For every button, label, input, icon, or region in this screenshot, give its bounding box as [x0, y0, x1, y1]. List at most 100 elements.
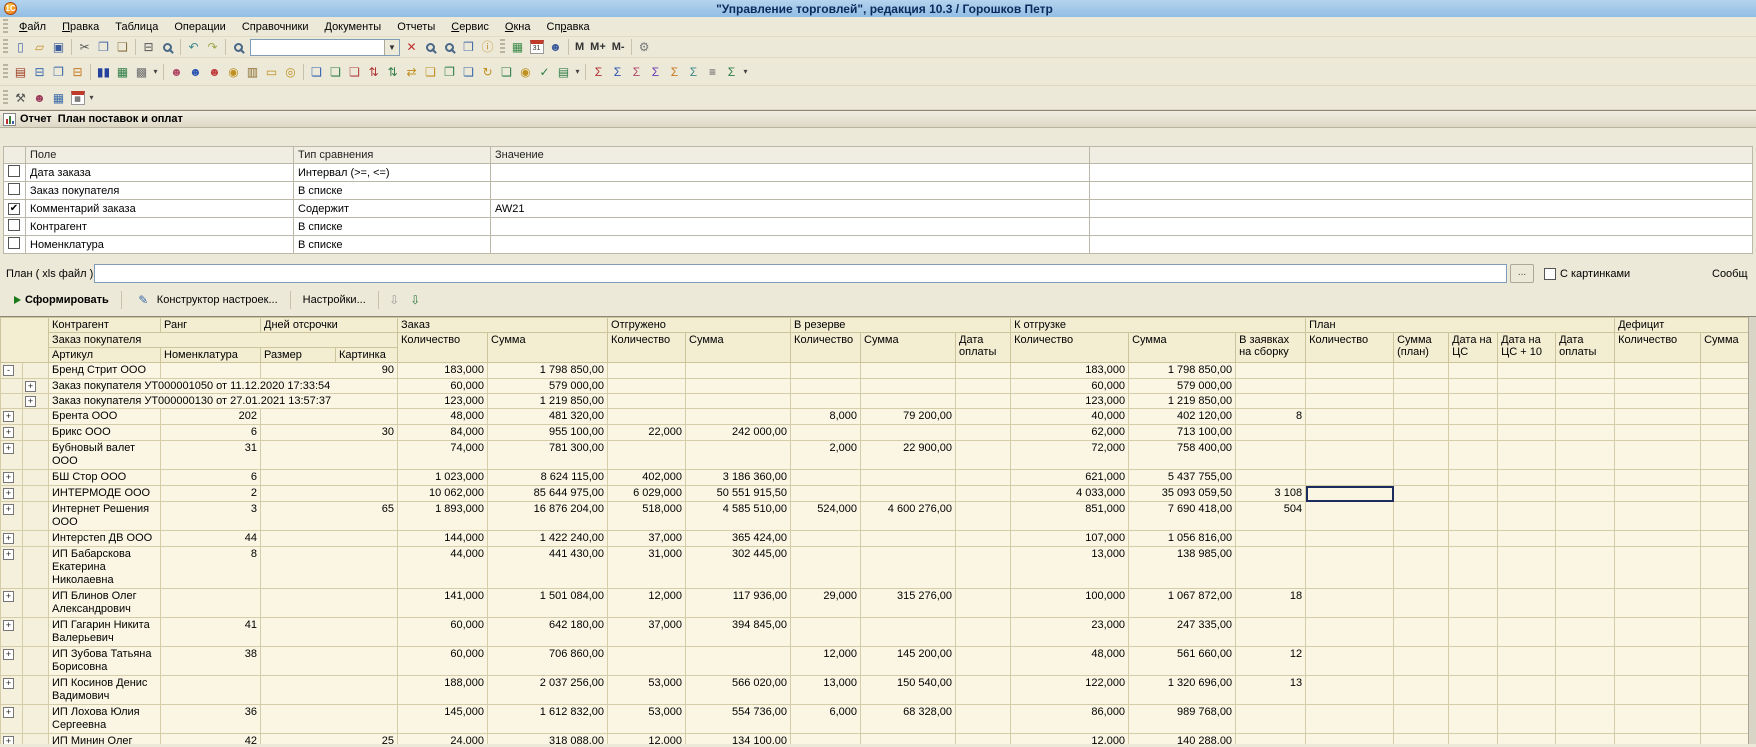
shipped-sum-cell[interactable] [686, 363, 791, 379]
shipped-sum-cell[interactable] [686, 409, 791, 425]
chevron-down-icon[interactable]: ▼ [384, 40, 399, 55]
plan-sum-cell[interactable] [1394, 734, 1449, 745]
plan-pay-cell[interactable] [1556, 547, 1615, 589]
ship-qty-cell[interactable]: 23,000 [1011, 618, 1129, 647]
contractor-cell[interactable]: Брикс ООО [49, 425, 161, 441]
shipped-sum-cell[interactable]: 365 424,00 [686, 531, 791, 547]
reserve-sum-cell[interactable]: 150 540,00 [861, 676, 956, 705]
menu-Окна[interactable]: Окна [497, 19, 539, 35]
expand-icon[interactable]: + [3, 620, 14, 631]
toolbar-grip[interactable] [3, 90, 8, 106]
load-settings-icon[interactable]: ⇩ [385, 291, 404, 309]
ship-qty-cell[interactable]: 12,000 [1011, 734, 1129, 745]
plan-qty-cell[interactable] [1306, 502, 1394, 531]
reserve-sum-cell[interactable]: 4 600 276,00 [861, 502, 956, 531]
order-qty-cell[interactable]: 144,000 [398, 531, 488, 547]
plan-sum-cell[interactable] [1394, 409, 1449, 425]
rank-cell[interactable]: 36 [161, 705, 261, 734]
order-sum-cell[interactable]: 642 180,00 [488, 618, 608, 647]
rank-cell[interactable]: 44 [161, 531, 261, 547]
reserve-sum-cell[interactable]: 79 200,00 [861, 409, 956, 425]
menu-Правка[interactable]: Правка [54, 19, 107, 35]
shipped-qty-cell[interactable]: 402,000 [608, 470, 686, 486]
sigma-doc-teal-icon[interactable]: Σ [684, 63, 703, 81]
clear-find-icon[interactable]: ✕ [402, 38, 421, 56]
shipped-qty-cell[interactable] [608, 441, 686, 470]
order-qty-cell[interactable]: 48,000 [398, 409, 488, 425]
ship-qty-cell[interactable]: 851,000 [1011, 502, 1129, 531]
filter-comparison-cell[interactable]: В списке [294, 236, 491, 254]
settings-button[interactable]: Настройки... [297, 292, 372, 308]
plan-qty-cell[interactable] [1306, 363, 1394, 379]
print-doc-icon[interactable]: ⊟ [68, 63, 87, 81]
delay-days-cell[interactable] [261, 705, 398, 734]
reserve-sum-cell[interactable] [861, 531, 956, 547]
reserve-qty-cell[interactable]: 2,000 [791, 441, 861, 470]
partners-icon[interactable]: ▮▮ [94, 63, 113, 81]
filter-header-value[interactable]: Значение [491, 147, 1090, 164]
deficit-qty-cell[interactable] [1615, 363, 1701, 379]
deficit-sum-cell[interactable] [1701, 441, 1749, 470]
ship-qty-cell[interactable]: 183,000 [1011, 363, 1129, 379]
menu-Файл[interactable]: Файл [11, 19, 54, 35]
filter-header-field[interactable]: Поле [26, 147, 294, 164]
reserve-sum-cell[interactable]: 68 328,00 [861, 705, 956, 734]
toolbar-grip[interactable] [3, 39, 8, 55]
shipped-sum-cell[interactable]: 50 551 915,50 [686, 486, 791, 502]
rank-cell[interactable]: 202 [161, 409, 261, 425]
deficit-qty-cell[interactable] [1615, 379, 1701, 394]
filter-value-cell[interactable] [491, 218, 1090, 236]
rank-cell[interactable] [161, 363, 261, 379]
ship-sum-cell[interactable]: 1 320 696,00 [1129, 676, 1236, 705]
filter-comparison-cell[interactable]: В списке [294, 182, 491, 200]
coins-stack-icon[interactable]: ◉ [224, 63, 243, 81]
order-qty-cell[interactable]: 60,000 [398, 647, 488, 676]
ship-sum-cell[interactable]: 989 768,00 [1129, 705, 1236, 734]
column-header[interactable]: Сумма [1129, 333, 1236, 363]
date-cs10-cell[interactable] [1498, 676, 1556, 705]
plan-pay-cell[interactable] [1556, 470, 1615, 486]
cut-icon[interactable]: ✂ [75, 38, 94, 56]
date-cs-cell[interactable] [1449, 425, 1498, 441]
shipped-qty-cell[interactable] [608, 394, 686, 409]
column-group-header[interactable]: Заказ [398, 318, 608, 333]
deficit-qty-cell[interactable] [1615, 409, 1701, 425]
generate-button[interactable]: Сформировать [8, 292, 115, 308]
shipped-sum-cell[interactable]: 394 845,00 [686, 618, 791, 647]
coins-pair-icon[interactable]: ◎ [281, 63, 300, 81]
contractor-cell[interactable]: ИП Косинов Денис Вадимович [49, 676, 161, 705]
contractor-cell[interactable]: Бубновый валет ООО [49, 441, 161, 470]
delay-days-cell[interactable]: 25 [261, 734, 398, 745]
reserve-sum-cell[interactable] [861, 734, 956, 745]
menu-Справочники[interactable]: Справочники [234, 19, 317, 35]
delay-days-cell[interactable] [261, 647, 398, 676]
plan-pay-cell[interactable] [1556, 705, 1615, 734]
delay-days-cell[interactable]: 30 [261, 425, 398, 441]
assembly-cell[interactable] [1236, 618, 1306, 647]
plan-pay-cell[interactable] [1556, 379, 1615, 394]
doc-person-red-icon[interactable]: ❏ [345, 63, 364, 81]
delay-days-cell[interactable] [261, 441, 398, 470]
deficit-sum-cell[interactable] [1701, 589, 1749, 618]
rank-cell[interactable] [161, 589, 261, 618]
filter-checkbox[interactable]: ✔ [8, 203, 20, 215]
column-group-header[interactable]: Ранг [161, 318, 261, 333]
delay-days-cell[interactable] [261, 409, 398, 425]
ship-qty-cell[interactable]: 86,000 [1011, 705, 1129, 734]
order-sum-cell[interactable]: 318 088,00 [488, 734, 608, 745]
plan-pay-cell[interactable] [1556, 425, 1615, 441]
column-group-header[interactable]: План [1306, 318, 1615, 333]
ship-qty-cell[interactable]: 100,000 [1011, 589, 1129, 618]
doc-export-green-icon[interactable]: ❏ [326, 63, 345, 81]
assembly-cell[interactable]: 8 [1236, 409, 1306, 425]
pay-date-cell[interactable] [956, 441, 1011, 470]
pay-date-cell[interactable] [956, 734, 1011, 745]
copies-icon[interactable]: ❒ [459, 38, 478, 56]
deficit-sum-cell[interactable] [1701, 409, 1749, 425]
ship-qty-cell[interactable]: 123,000 [1011, 394, 1129, 409]
plan-qty-cell[interactable] [1306, 486, 1394, 502]
deficit-qty-cell[interactable] [1615, 647, 1701, 676]
info-icon[interactable]: ⓘ [478, 38, 497, 56]
sigma-person-blue-icon[interactable]: Σ [608, 63, 627, 81]
reserve-sum-cell[interactable]: 145 200,00 [861, 647, 956, 676]
